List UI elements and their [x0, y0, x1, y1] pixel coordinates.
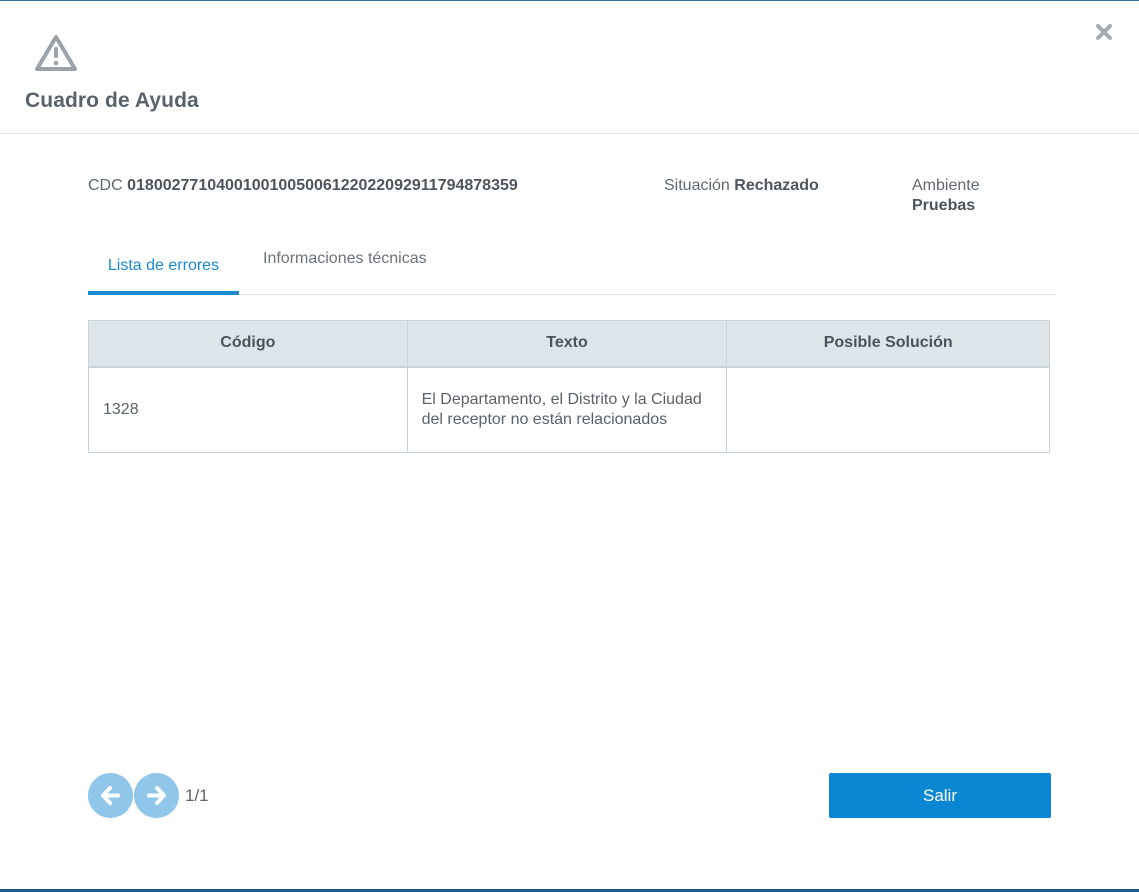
tab-informaciones-tecnicas[interactable]: Informaciones técnicas: [263, 240, 453, 295]
arrow-left-icon[interactable]: [88, 773, 133, 818]
exit-button[interactable]: Salir: [829, 773, 1051, 818]
close-icon[interactable]: [1094, 22, 1114, 42]
dialog-title: Cuadro de Ayuda: [25, 89, 199, 112]
tab-bar: Lista de errores Informaciones técnicas: [88, 240, 1056, 295]
header-texto: Texto: [406, 320, 728, 368]
cell-codigo: 1328: [88, 366, 408, 453]
cell-solucion: [726, 366, 1050, 453]
situacion-field: Situación Rechazado: [664, 176, 819, 196]
ambiente-value: Pruebas: [912, 197, 976, 214]
table-header-row: Código Texto Posible Solución: [88, 320, 1050, 368]
warning-icon: [33, 33, 79, 73]
arrow-right-icon[interactable]: [134, 773, 179, 818]
header-codigo: Código: [88, 320, 408, 368]
table-row: 1328 El Departamento, el Distrito y la C…: [88, 366, 1050, 453]
header-posible-solucion: Posible Solución: [726, 320, 1050, 368]
ambiente-field: Ambiente Pruebas: [912, 176, 980, 216]
dialog-header: Cuadro de Ayuda: [0, 1, 1139, 134]
errors-table: Código Texto Posible Solución 1328 El De…: [88, 320, 1050, 453]
situacion-label: Situación: [664, 177, 730, 194]
page-indicator: 1/1: [185, 786, 209, 805]
situacion-value: Rechazado: [734, 177, 819, 194]
ambiente-label: Ambiente: [912, 177, 980, 194]
cdc-field: CDC 018002771040010010050061220220929117…: [88, 176, 518, 196]
cdc-value: 0180027710400100100500612202209291179487…: [127, 177, 518, 194]
tab-lista-de-errores[interactable]: Lista de errores: [88, 240, 239, 295]
cell-texto: El Departamento, el Distrito y la Ciudad…: [406, 366, 728, 453]
cdc-label: CDC: [88, 177, 123, 194]
